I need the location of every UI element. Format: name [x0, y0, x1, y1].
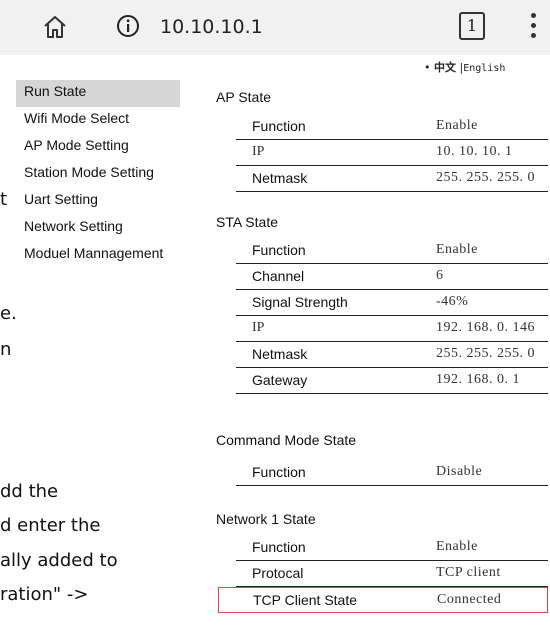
table-row: Function Enable — [236, 535, 548, 561]
table-row: Function Disable — [236, 460, 548, 486]
ap-state-title: AP State — [216, 89, 272, 105]
network-1-table: Function Enable Protocal TCP client TCP … — [218, 535, 548, 613]
command-mode-state-title: Command Mode State — [216, 432, 357, 448]
row-value: 192. 168. 0. 1 — [436, 372, 520, 387]
row-key: Netmask — [252, 346, 308, 362]
browser-toolbar: 10.10.10.1 1 — [0, 0, 550, 55]
background-text-fragment: d enter the — [0, 515, 101, 536]
nav-item-station-mode-setting[interactable]: Station Mode Setting — [16, 161, 196, 188]
table-row: Gateway 192. 168. 0. 1 — [236, 368, 548, 394]
row-key: Function — [252, 242, 306, 258]
table-row: Function Enable — [236, 238, 548, 264]
network-1-state-title: Network 1 State — [216, 511, 316, 527]
sidebar-nav: Run State Wifi Mode Select AP Mode Setti… — [16, 80, 196, 269]
table-row-highlighted: TCP Client State Connected — [218, 587, 548, 613]
ap-state-table: Function Enable IP 10. 10. 10. 1 Netmask… — [236, 114, 548, 192]
row-key: Function — [252, 118, 306, 134]
command-mode-table: Function Disable — [236, 460, 548, 486]
background-text-fragment: ally added to — [0, 550, 118, 571]
row-key: IP — [252, 144, 265, 159]
row-value: 10. 10. 10. 1 — [436, 144, 513, 159]
language-chinese-link[interactable]: 中文 — [434, 61, 456, 74]
sta-state-title: STA State — [216, 214, 278, 230]
row-value: Disable — [436, 464, 483, 479]
nav-item-uart-setting[interactable]: Uart Setting — [16, 188, 196, 215]
sta-state-table: Function Enable Channel 6 Signal Strengt… — [236, 238, 548, 394]
table-row: Function Enable — [236, 114, 548, 140]
home-icon[interactable] — [42, 14, 68, 40]
row-value: 192. 168. 0. 146 — [436, 320, 535, 335]
row-value: 6 — [436, 268, 444, 283]
info-icon[interactable] — [116, 14, 140, 38]
row-key: Protocal — [252, 565, 304, 581]
tab-switcher-button[interactable]: 1 — [459, 12, 485, 40]
background-text-fragment: t — [0, 189, 8, 210]
table-row: IP 10. 10. 10. 1 — [236, 140, 548, 166]
table-row: Netmask 255. 255. 255. 0 — [236, 342, 548, 368]
row-key: Netmask — [252, 170, 308, 186]
background-text-fragment: ration" -> — [0, 584, 89, 605]
row-key: Channel — [252, 268, 305, 284]
row-value: 255. 255. 255. 0 — [436, 346, 535, 361]
table-row: Signal Strength -46% — [236, 290, 548, 316]
nav-item-ap-mode-setting[interactable]: AP Mode Setting — [16, 134, 196, 161]
row-value: TCP client — [436, 565, 501, 580]
row-key: Function — [252, 464, 306, 480]
row-key: Function — [252, 539, 306, 555]
table-row: Channel 6 — [236, 264, 548, 290]
table-row: Netmask 255. 255. 255. 0 — [236, 166, 548, 192]
nav-item-wifi-mode-select[interactable]: Wifi Mode Select — [16, 107, 196, 134]
background-text-fragment: n — [0, 339, 12, 360]
row-value: -46% — [436, 294, 469, 309]
nav-item-network-setting[interactable]: Network Setting — [16, 215, 196, 242]
background-text-fragment: dd the — [0, 481, 59, 502]
table-row: Protocal TCP client — [236, 561, 548, 587]
nav-item-module-management[interactable]: Moduel Mannagement — [16, 242, 196, 269]
row-value: Enable — [436, 242, 478, 257]
row-value: Enable — [436, 118, 478, 133]
row-value: 255. 255. 255. 0 — [436, 170, 535, 185]
table-row: IP 192. 168. 0. 146 — [236, 316, 548, 342]
language-switch: • 中文 |English — [424, 61, 506, 74]
more-menu-icon[interactable] — [528, 10, 538, 44]
row-key: TCP Client State — [253, 592, 358, 608]
language-english-link[interactable]: English — [463, 63, 505, 74]
row-key: Signal Strength — [252, 294, 348, 310]
nav-item-run-state[interactable]: Run State — [16, 80, 180, 107]
row-value: Connected — [437, 592, 502, 607]
row-value: Enable — [436, 539, 478, 554]
row-key: IP — [252, 320, 265, 335]
row-key: Gateway — [252, 372, 308, 388]
address-bar-url[interactable]: 10.10.10.1 — [160, 14, 263, 40]
background-text-fragment: e. — [0, 303, 17, 324]
